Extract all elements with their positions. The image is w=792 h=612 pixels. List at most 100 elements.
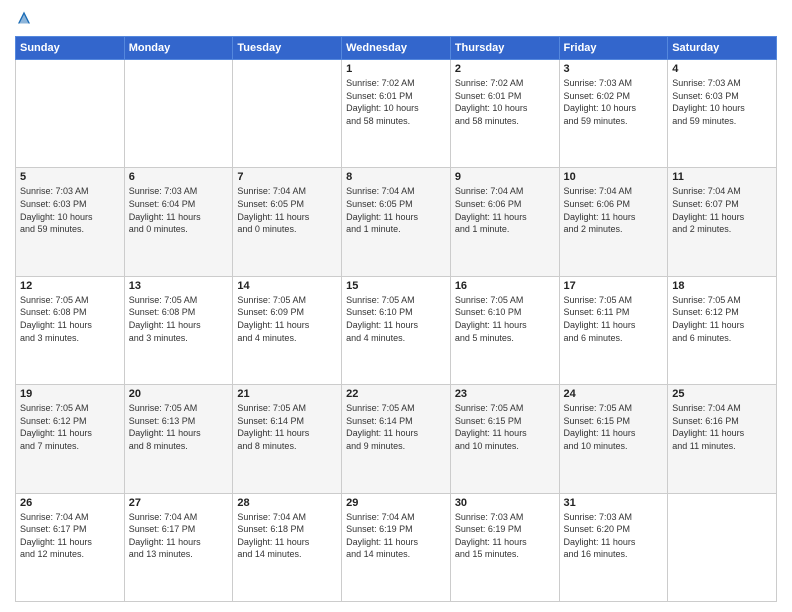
day-info: Sunrise: 7:03 AM Sunset: 6:03 PM Dayligh… <box>672 77 772 127</box>
day-info: Sunrise: 7:04 AM Sunset: 6:06 PM Dayligh… <box>455 185 555 235</box>
day-cell: 7 Sunrise: 7:04 AM Sunset: 6:05 PM Daylig… <box>233 168 342 276</box>
day-cell: 1 Sunrise: 7:02 AM Sunset: 6:01 PM Daylig… <box>342 60 451 168</box>
week-row-0: 1 Sunrise: 7:02 AM Sunset: 6:01 PM Daylig… <box>16 60 777 168</box>
day-info: Sunrise: 7:05 AM Sunset: 6:15 PM Dayligh… <box>455 402 555 452</box>
day-number: 27 <box>129 497 229 509</box>
day-info: Sunrise: 7:05 AM Sunset: 6:13 PM Dayligh… <box>129 402 229 452</box>
day-number: 19 <box>20 388 120 400</box>
day-number: 5 <box>20 171 120 183</box>
day-cell: 25 Sunrise: 7:04 AM Sunset: 6:16 PM Dayli… <box>668 385 777 493</box>
day-cell: 15 Sunrise: 7:05 AM Sunset: 6:10 PM Dayli… <box>342 276 451 384</box>
day-number: 10 <box>564 171 664 183</box>
day-number: 21 <box>237 388 337 400</box>
day-number: 15 <box>346 280 446 292</box>
header-cell-friday: Friday <box>559 37 668 60</box>
day-info: Sunrise: 7:02 AM Sunset: 6:01 PM Dayligh… <box>346 77 446 127</box>
day-info: Sunrise: 7:05 AM Sunset: 6:09 PM Dayligh… <box>237 294 337 344</box>
header-cell-tuesday: Tuesday <box>233 37 342 60</box>
day-info: Sunrise: 7:05 AM Sunset: 6:14 PM Dayligh… <box>237 402 337 452</box>
day-info: Sunrise: 7:05 AM Sunset: 6:11 PM Dayligh… <box>564 294 664 344</box>
header-cell-monday: Monday <box>124 37 233 60</box>
day-cell: 12Sunrise: 7:05 AM Sunset: 6:08 PM Dayli… <box>16 276 125 384</box>
week-row-1: 5Sunrise: 7:03 AM Sunset: 6:03 PM Daylig… <box>16 168 777 276</box>
day-cell: 31Sunrise: 7:03 AM Sunset: 6:20 PM Dayli… <box>559 493 668 601</box>
day-info: Sunrise: 7:04 AM Sunset: 6:06 PM Dayligh… <box>564 185 664 235</box>
day-cell: 11 Sunrise: 7:04 AM Sunset: 6:07 PM Dayli… <box>668 168 777 276</box>
day-info: Sunrise: 7:05 AM Sunset: 6:08 PM Dayligh… <box>20 294 120 344</box>
day-number: 28 <box>237 497 337 509</box>
day-info: Sunrise: 7:02 AM Sunset: 6:01 PM Dayligh… <box>455 77 555 127</box>
day-cell: 26 Sunrise: 7:04 AM Sunset: 6:17 PM Dayli… <box>16 493 125 601</box>
day-info: Sunrise: 7:05 AM Sunset: 6:12 PM Dayligh… <box>20 402 120 452</box>
day-cell: 16 Sunrise: 7:05 AM Sunset: 6:10 PM Dayli… <box>450 276 559 384</box>
day-number: 22 <box>346 388 446 400</box>
day-number: 11 <box>672 171 772 183</box>
logo-icon <box>15 10 33 28</box>
calendar-table: SundayMondayTuesdayWednesdayThursdayFrid… <box>15 36 777 602</box>
day-number: 25 <box>672 388 772 400</box>
day-cell: 21 Sunrise: 7:05 AM Sunset: 6:14 PM Dayli… <box>233 385 342 493</box>
week-row-3: 19 Sunrise: 7:05 AM Sunset: 6:12 PM Dayli… <box>16 385 777 493</box>
header-cell-wednesday: Wednesday <box>342 37 451 60</box>
day-info: Sunrise: 7:03 AM Sunset: 6:04 PM Dayligh… <box>129 185 229 235</box>
day-cell: 30 Sunrise: 7:03 AM Sunset: 6:19 PM Dayli… <box>450 493 559 601</box>
day-number: 20 <box>129 388 229 400</box>
day-number: 2 <box>455 63 555 75</box>
day-info: Sunrise: 7:04 AM Sunset: 6:16 PM Dayligh… <box>672 402 772 452</box>
day-info: Sunrise: 7:04 AM Sunset: 6:05 PM Dayligh… <box>237 185 337 235</box>
day-cell <box>124 60 233 168</box>
day-info: Sunrise: 7:04 AM Sunset: 6:17 PM Dayligh… <box>20 511 120 561</box>
day-cell: 13Sunrise: 7:05 AM Sunset: 6:08 PM Dayli… <box>124 276 233 384</box>
day-cell: 2 Sunrise: 7:02 AM Sunset: 6:01 PM Daylig… <box>450 60 559 168</box>
day-info: Sunrise: 7:05 AM Sunset: 6:14 PM Dayligh… <box>346 402 446 452</box>
week-row-4: 26 Sunrise: 7:04 AM Sunset: 6:17 PM Dayli… <box>16 493 777 601</box>
day-number: 23 <box>455 388 555 400</box>
day-cell: 6Sunrise: 7:03 AM Sunset: 6:04 PM Daylig… <box>124 168 233 276</box>
week-row-2: 12Sunrise: 7:05 AM Sunset: 6:08 PM Dayli… <box>16 276 777 384</box>
logo <box>15 10 37 28</box>
page: SundayMondayTuesdayWednesdayThursdayFrid… <box>0 0 792 612</box>
calendar-body: 1 Sunrise: 7:02 AM Sunset: 6:01 PM Daylig… <box>16 60 777 602</box>
day-info: Sunrise: 7:05 AM Sunset: 6:12 PM Dayligh… <box>672 294 772 344</box>
day-cell: 23 Sunrise: 7:05 AM Sunset: 6:15 PM Dayli… <box>450 385 559 493</box>
day-info: Sunrise: 7:04 AM Sunset: 6:17 PM Dayligh… <box>129 511 229 561</box>
header-row: SundayMondayTuesdayWednesdayThursdayFrid… <box>16 37 777 60</box>
day-number: 3 <box>564 63 664 75</box>
day-info: Sunrise: 7:04 AM Sunset: 6:05 PM Dayligh… <box>346 185 446 235</box>
day-number: 9 <box>455 171 555 183</box>
day-cell: 28 Sunrise: 7:04 AM Sunset: 6:18 PM Dayli… <box>233 493 342 601</box>
day-number: 8 <box>346 171 446 183</box>
day-number: 18 <box>672 280 772 292</box>
day-cell: 5Sunrise: 7:03 AM Sunset: 6:03 PM Daylig… <box>16 168 125 276</box>
day-cell <box>668 493 777 601</box>
day-cell <box>16 60 125 168</box>
day-cell: 20 Sunrise: 7:05 AM Sunset: 6:13 PM Dayli… <box>124 385 233 493</box>
day-info: Sunrise: 7:05 AM Sunset: 6:08 PM Dayligh… <box>129 294 229 344</box>
day-cell: 27 Sunrise: 7:04 AM Sunset: 6:17 PM Dayli… <box>124 493 233 601</box>
day-number: 14 <box>237 280 337 292</box>
day-cell: 17 Sunrise: 7:05 AM Sunset: 6:11 PM Dayli… <box>559 276 668 384</box>
day-number: 7 <box>237 171 337 183</box>
day-number: 4 <box>672 63 772 75</box>
day-number: 17 <box>564 280 664 292</box>
day-info: Sunrise: 7:04 AM Sunset: 6:07 PM Dayligh… <box>672 185 772 235</box>
day-number: 16 <box>455 280 555 292</box>
day-info: Sunrise: 7:04 AM Sunset: 6:18 PM Dayligh… <box>237 511 337 561</box>
day-info: Sunrise: 7:04 AM Sunset: 6:19 PM Dayligh… <box>346 511 446 561</box>
day-cell <box>233 60 342 168</box>
day-cell: 14 Sunrise: 7:05 AM Sunset: 6:09 PM Dayli… <box>233 276 342 384</box>
day-cell: 4 Sunrise: 7:03 AM Sunset: 6:03 PM Daylig… <box>668 60 777 168</box>
day-cell: 8 Sunrise: 7:04 AM Sunset: 6:05 PM Daylig… <box>342 168 451 276</box>
day-number: 24 <box>564 388 664 400</box>
day-info: Sunrise: 7:05 AM Sunset: 6:10 PM Dayligh… <box>346 294 446 344</box>
day-number: 30 <box>455 497 555 509</box>
day-info: Sunrise: 7:05 AM Sunset: 6:10 PM Dayligh… <box>455 294 555 344</box>
day-number: 1 <box>346 63 446 75</box>
day-cell: 22 Sunrise: 7:05 AM Sunset: 6:14 PM Dayli… <box>342 385 451 493</box>
day-number: 26 <box>20 497 120 509</box>
header <box>15 10 777 28</box>
day-cell: 9 Sunrise: 7:04 AM Sunset: 6:06 PM Daylig… <box>450 168 559 276</box>
day-info: Sunrise: 7:03 AM Sunset: 6:19 PM Dayligh… <box>455 511 555 561</box>
day-cell: 3Sunrise: 7:03 AM Sunset: 6:02 PM Daylig… <box>559 60 668 168</box>
calendar-header: SundayMondayTuesdayWednesdayThursdayFrid… <box>16 37 777 60</box>
